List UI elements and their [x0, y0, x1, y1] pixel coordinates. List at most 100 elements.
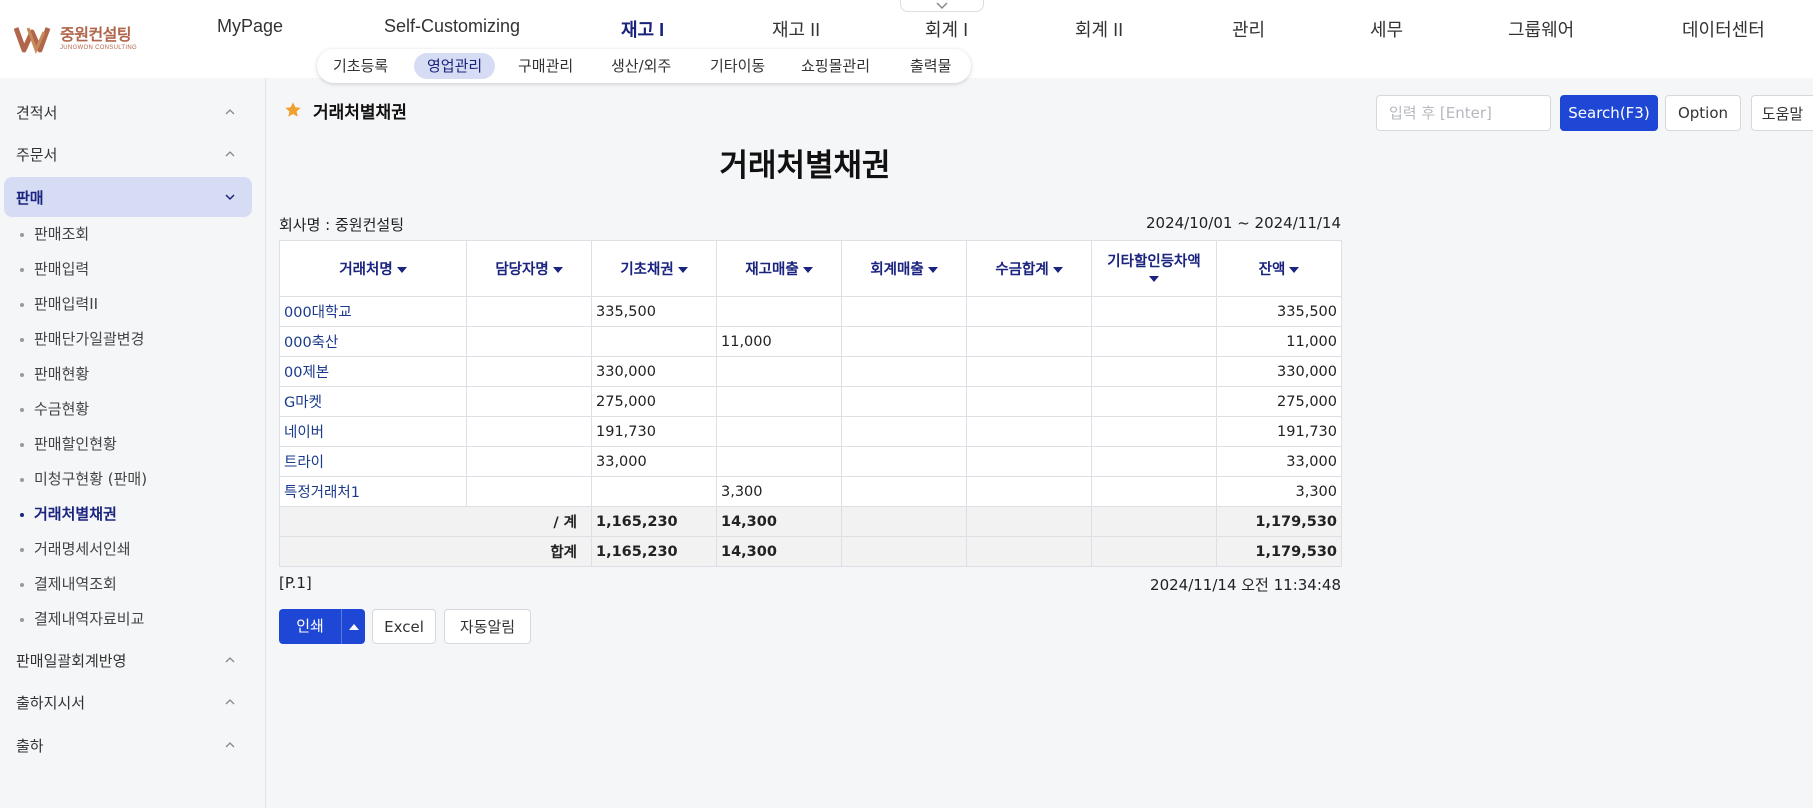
total-row: 합계 1,165,230 14,300 1,179,530 [279, 536, 1342, 567]
collapse-menu-toggle[interactable] [900, 0, 984, 12]
subnav-printouts[interactable]: 출력물 [897, 53, 964, 79]
sidebar-group-sales[interactable]: 판매 [4, 177, 252, 217]
nav-data-center[interactable]: 데이터센터 [1682, 16, 1765, 40]
column-header-customer[interactable]: 거래처명 [279, 240, 467, 297]
sidebar-item-sales-inquiry[interactable]: 판매조회 [20, 222, 89, 246]
subtotal-accounting-sales [841, 506, 967, 537]
cell-opening: 330,000 [591, 356, 717, 387]
table-header-row: 거래처명 담당자명 기초채권 재고매출 회계매출 수금합계 기타할인등차액 잔액 [279, 240, 1342, 297]
sidebar-group-shipping-order[interactable]: 출하지시서 [4, 682, 252, 722]
sidebar-item-sales-entry-2[interactable]: 판매입력II [20, 292, 98, 316]
report-title: 거래처별채권 [719, 148, 891, 184]
nav-tax[interactable]: 세무 [1370, 16, 1403, 40]
column-header-other-diff[interactable]: 기타할인등차액 [1091, 240, 1217, 297]
nav-inventory-1[interactable]: 재고 I [621, 16, 664, 40]
cell-opening: 191,730 [591, 416, 717, 447]
company-logo[interactable]: 중원컨설팅 JUNGWON CONSULTING [13, 22, 154, 56]
nav-accounting-1[interactable]: 회계 I [925, 16, 968, 40]
logo-text-ko: 중원컨설팅 [60, 25, 132, 44]
sidebar-item-statement-print[interactable]: 거래명세서인쇄 [20, 537, 131, 561]
sidebar-item-discount-status[interactable]: 판매할인현황 [20, 432, 117, 456]
customer-link[interactable]: 000축산 [279, 326, 467, 357]
nav-management[interactable]: 관리 [1232, 16, 1265, 40]
customer-link[interactable]: 네이버 [279, 416, 467, 447]
cell-inventory-sales [716, 386, 842, 417]
sidebar-item-unbilled-status[interactable]: 미청구현황 (판매) [20, 467, 147, 491]
cell-inventory-sales [716, 446, 842, 477]
sidebar-group-shipping[interactable]: 출하 [4, 725, 252, 765]
chevron-down-icon [225, 194, 235, 201]
total-label: 합계 [279, 536, 592, 567]
sort-caret-icon [1052, 267, 1063, 273]
jungwon-logo-mark [13, 24, 58, 55]
excel-button[interactable]: Excel [372, 609, 436, 644]
cell-collected [966, 476, 1092, 507]
table-row: 특정거래처1 3,300 3,300 [279, 476, 1342, 507]
subnav-purchase-management[interactable]: 구매관리 [505, 53, 586, 79]
sidebar-group-label: 견적서 [16, 103, 58, 122]
sort-caret-icon [677, 267, 688, 273]
column-header-inventory-sales[interactable]: 재고매출 [716, 240, 842, 297]
customer-link[interactable]: G마켓 [279, 386, 467, 417]
column-header-opening[interactable]: 기초채권 [591, 240, 717, 297]
column-header-collected[interactable]: 수금합계 [966, 240, 1092, 297]
sidebar-item-bulk-price-change[interactable]: 판매단가일괄변경 [20, 327, 144, 351]
cell-inventory-sales [716, 296, 842, 327]
cell-balance: 11,000 [1216, 326, 1342, 357]
sidebar-item-collection-status[interactable]: 수금현황 [20, 397, 89, 421]
subtotal-balance: 1,179,530 [1216, 506, 1342, 537]
search-button[interactable]: Search(F3) [1560, 95, 1658, 131]
auto-notify-button[interactable]: 자동알림 [444, 609, 531, 644]
nav-inventory-2[interactable]: 재고 II [772, 16, 820, 40]
cell-balance: 33,000 [1216, 446, 1342, 477]
cell-collected [966, 416, 1092, 447]
column-header-manager[interactable]: 담당자명 [466, 240, 592, 297]
option-button[interactable]: Option [1665, 95, 1741, 131]
customer-link[interactable]: 특정거래처1 [279, 476, 467, 507]
customer-link[interactable]: 00제본 [279, 356, 467, 387]
sidebar-item-receivables-by-customer[interactable]: 거래처별채권 [20, 502, 117, 526]
chevron-up-icon [225, 699, 235, 705]
sidebar-group-bulk-accounting[interactable]: 판매일괄회계반영 [4, 640, 252, 680]
cell-other-diff [1091, 386, 1217, 417]
subnav-other-transfer[interactable]: 기타이동 [697, 53, 778, 79]
column-header-accounting-sales[interactable]: 회계매출 [841, 240, 967, 297]
favorite-star-icon[interactable] [284, 101, 302, 119]
cell-manager [466, 386, 592, 417]
cell-manager [466, 326, 592, 357]
cell-other-diff [1091, 446, 1217, 477]
cell-manager [466, 356, 592, 387]
nav-groupware[interactable]: 그룹웨어 [1508, 16, 1574, 40]
subnav-production-outsourcing[interactable]: 생산/외주 [598, 53, 684, 79]
table-row: 000축산 11,000 11,000 [279, 326, 1342, 357]
cell-accounting-sales [841, 296, 967, 327]
cell-other-diff [1091, 326, 1217, 357]
total-inventory-sales: 14,300 [716, 536, 842, 567]
help-button[interactable]: 도움말 [1751, 95, 1813, 131]
subnav-sales-management[interactable]: 영업관리 [414, 53, 496, 79]
print-button[interactable]: 인쇄 [279, 609, 341, 644]
customer-link[interactable]: 트라이 [279, 446, 467, 477]
subnav-shopping-mall[interactable]: 쇼핑몰관리 [788, 53, 883, 79]
page-title: 거래처별채권 [313, 103, 407, 123]
customer-link[interactable]: 000대학교 [279, 296, 467, 327]
nav-mypage[interactable]: MyPage [217, 16, 283, 40]
column-header-balance[interactable]: 잔액 [1216, 240, 1342, 297]
sidebar-item-payment-inquiry[interactable]: 결제내역조회 [20, 572, 117, 596]
cell-opening: 335,500 [591, 296, 717, 327]
sidebar-group-order[interactable]: 주문서 [4, 134, 252, 174]
report-timestamp: 2024/11/14 오전 11:34:48 [1150, 576, 1341, 594]
sort-caret-icon [1149, 276, 1159, 282]
cell-inventory-sales: 3,300 [716, 476, 842, 507]
print-menu-toggle[interactable] [341, 609, 365, 644]
cell-other-diff [1091, 356, 1217, 387]
search-input[interactable] [1376, 95, 1551, 131]
nav-accounting-2[interactable]: 회계 II [1075, 16, 1123, 40]
subnav-basic-registration[interactable]: 기초등록 [320, 53, 401, 79]
sidebar-item-sales-entry[interactable]: 판매입력 [20, 257, 89, 281]
sidebar-item-payment-compare[interactable]: 결제내역자료비교 [20, 607, 144, 631]
sidebar-item-sales-status[interactable]: 판매현황 [20, 362, 89, 386]
sidebar-group-quotation[interactable]: 견적서 [4, 92, 252, 132]
nav-self-customizing[interactable]: Self-Customizing [384, 16, 520, 40]
subtotal-row: / 계 1,165,230 14,300 1,179,530 [279, 506, 1342, 537]
